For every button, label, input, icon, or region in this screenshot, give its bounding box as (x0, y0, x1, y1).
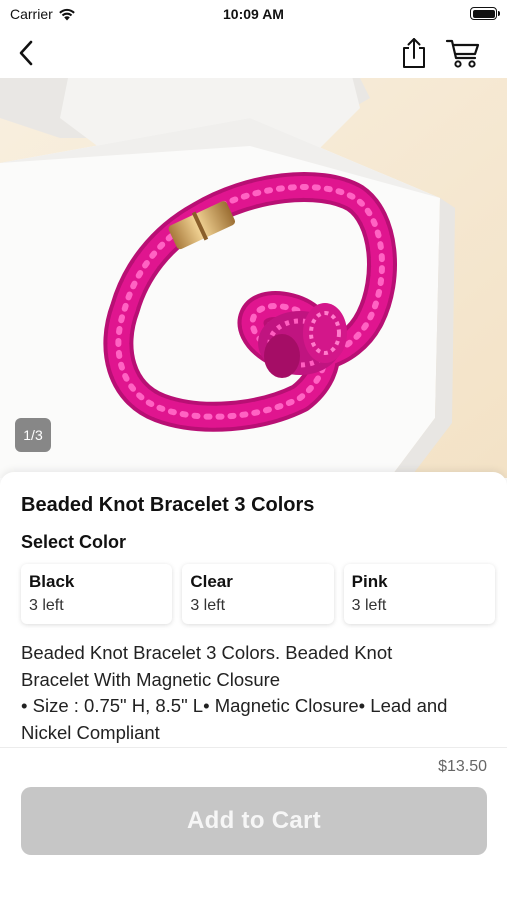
product-image-gallery[interactable] (0, 78, 507, 478)
select-color-label: Select Color (21, 532, 127, 552)
status-bar: Carrier 10:09 AM (0, 0, 507, 28)
bracelet-product-photo (0, 78, 507, 478)
add-to-cart-button[interactable]: Add to Cart (21, 787, 487, 855)
navigation-bar (0, 28, 507, 78)
description-line: • Size : 0.75" H, 8.5" L• Magnetic Closu… (21, 695, 448, 716)
share-icon (403, 38, 425, 68)
variant-option-clear[interactable]: Clear 3 left (182, 564, 334, 624)
description-line: Beaded Knot Bracelet 3 Colors. Beaded Kn… (21, 642, 393, 663)
variant-name: Clear (190, 572, 233, 591)
back-button[interactable] (10, 36, 42, 70)
description-line: Bracelet With Magnetic Closure (21, 668, 281, 690)
description-line: Nickel Compliant (21, 721, 160, 743)
product-price: $13.50 (438, 758, 487, 775)
variant-name: Pink (351, 572, 388, 591)
product-title: Beaded Knot Bracelet 3 Colors (21, 494, 315, 516)
variant-option-pink[interactable]: Pink 3 left (343, 564, 495, 624)
cart-icon (445, 39, 480, 68)
battery-icon (470, 7, 500, 20)
variant-name: Black (29, 572, 75, 591)
chevron-left-icon (19, 40, 33, 66)
product-details-sheet: Beaded Knot Bracelet 3 Colors Select Col… (0, 472, 507, 900)
color-variant-list: Black 3 left Clear 3 left Pink 3 left (21, 564, 495, 626)
share-button[interactable] (398, 35, 430, 71)
status-time: 10:09 AM (223, 6, 284, 22)
variant-stock: 3 left (190, 597, 226, 614)
image-page-indicator: 1/3 (15, 418, 51, 452)
variant-option-black[interactable]: Black 3 left (21, 564, 173, 624)
cart-button[interactable] (443, 36, 483, 70)
divider (0, 747, 507, 748)
variant-stock: 3 left (351, 597, 387, 614)
product-description: Beaded Knot Bracelet 3 Colors. Beaded Kn… (21, 640, 496, 746)
variant-stock: 3 left (29, 597, 64, 614)
